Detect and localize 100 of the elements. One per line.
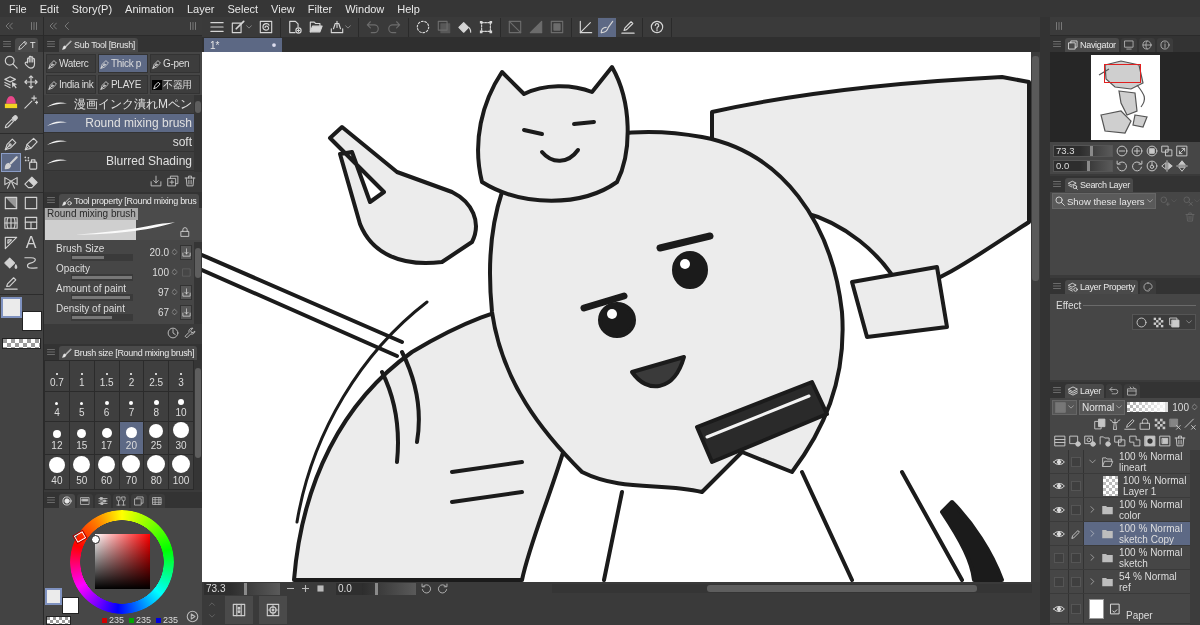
opacity-slider[interactable]: [1127, 402, 1169, 412]
menu-item[interactable]: Filter: [307, 2, 333, 15]
rotation-slider[interactable]: 0.0: [336, 582, 416, 595]
panel-tab[interactable]: Layer: [1065, 384, 1104, 398]
sub-color-swatch[interactable]: [62, 597, 79, 614]
pressure-button[interactable]: [180, 284, 192, 300]
slider-thumb[interactable]: [244, 582, 248, 595]
layer-item[interactable]: 100 % Normal sketch Copy: [1084, 522, 1190, 545]
brush-item[interactable]: 漫画インク潰れMペン: [44, 95, 194, 114]
menu-item[interactable]: File: [9, 2, 27, 15]
tool-button[interactable]: [21, 72, 41, 92]
panel-tab[interactable]: [1120, 38, 1137, 52]
sub-color-swatch[interactable]: [22, 311, 42, 331]
slider-thumb[interactable]: [1165, 402, 1169, 412]
pressure-button[interactable]: [180, 304, 192, 320]
main-color-swatch[interactable]: [1, 297, 22, 318]
snap-button[interactable]: [259, 596, 287, 624]
sub-tool-group-button[interactable]: India ink: [46, 75, 96, 94]
layer-item[interactable]: 54 % Normal ref: [1084, 570, 1190, 593]
sub-tool-group-button[interactable]: PLAYE: [98, 75, 148, 94]
property-value[interactable]: 100: [152, 266, 169, 278]
panel-tab[interactable]: Navigator: [1065, 38, 1119, 52]
sub-tool-group-button[interactable]: G-pen: [150, 54, 200, 73]
transparent-color-swatch[interactable]: [2, 338, 41, 349]
scrollbar[interactable]: [194, 95, 202, 172]
color-picker-marker-icon[interactable]: [91, 535, 100, 544]
panel-tab[interactable]: [95, 494, 111, 508]
slider-thumb[interactable]: [1089, 145, 1093, 156]
panel-tab[interactable]: [1139, 280, 1156, 294]
brush-size-option[interactable]: 12: [45, 422, 69, 454]
scrollbar-thumb[interactable]: [195, 101, 201, 113]
sidebar-toggle-button[interactable]: [225, 596, 253, 624]
sub-tool-group-button[interactable]: Thick p: [98, 54, 148, 73]
menu-item[interactable]: Select: [227, 2, 259, 15]
brush-size-option[interactable]: 1: [69, 361, 94, 391]
property-value[interactable]: 97: [157, 286, 169, 298]
scrollbar[interactable]: [194, 360, 202, 490]
property-value[interactable]: 67: [157, 306, 169, 318]
panel-tab[interactable]: [131, 494, 147, 508]
brush-size-option[interactable]: 1.5: [94, 361, 119, 391]
brush-size-option[interactable]: 2.5: [144, 361, 169, 391]
brush-size-option[interactable]: 100: [169, 455, 193, 489]
brush-size-option[interactable]: 4: [45, 391, 69, 421]
menu-item[interactable]: Help: [397, 2, 420, 15]
menu-item[interactable]: Layer: [186, 2, 215, 15]
brush-size-option[interactable]: 20: [119, 422, 144, 454]
menu-item[interactable]: Window: [345, 2, 385, 15]
brush-size-option[interactable]: 5: [69, 391, 94, 421]
layer-item[interactable]: 100 % Normal Layer 1: [1084, 474, 1190, 497]
saturation-value-square[interactable]: [95, 534, 150, 589]
panel-tab[interactable]: [1106, 384, 1122, 398]
slider-track[interactable]: [71, 314, 133, 321]
zoom-slider[interactable]: 73.3: [204, 582, 280, 595]
brush-size-option[interactable]: 60: [94, 455, 119, 489]
tool-button[interactable]: [1, 153, 21, 172]
scrollbar[interactable]: [552, 584, 1032, 593]
panel-tab[interactable]: Brush size [Round mixing brush]: [59, 346, 198, 360]
rotation-slider[interactable]: 0.0: [1053, 159, 1113, 172]
brush-size-option[interactable]: 50: [69, 455, 94, 489]
panel-tab[interactable]: [59, 494, 75, 508]
viewport-frame[interactable]: [1103, 63, 1141, 83]
panel-tab[interactable]: [1156, 38, 1173, 52]
layer-item[interactable]: 100 % Normal sketch: [1084, 546, 1190, 569]
brush-size-option[interactable]: 80: [144, 455, 169, 489]
fit-button[interactable]: [315, 583, 325, 594]
panel-tab[interactable]: T: [15, 38, 39, 52]
layer-color-dropdown[interactable]: [1052, 399, 1077, 415]
panel-tab[interactable]: [1124, 384, 1140, 398]
zoom-in-button[interactable]: [300, 583, 310, 594]
pressure-button[interactable]: [180, 244, 192, 260]
panel-tab[interactable]: [149, 494, 165, 508]
brush-item[interactable]: soft: [44, 133, 194, 152]
slider-thumb[interactable]: [1087, 160, 1091, 171]
brush-size-option[interactable]: 17: [94, 422, 119, 454]
brush-item[interactable]: Blurred Shading: [44, 152, 194, 171]
main-color-swatch[interactable]: [45, 588, 62, 605]
layer-item[interactable]: 100 % Normal color: [1084, 498, 1190, 521]
panel-tab[interactable]: Tool property [Round mixing brus: [59, 194, 200, 208]
menu-item[interactable]: View: [271, 2, 295, 15]
layer-item[interactable]: Paper: [1084, 594, 1190, 623]
slider-track[interactable]: [71, 254, 133, 261]
canvas-thumbnail[interactable]: [1090, 54, 1160, 140]
panel-tab[interactable]: Search Layer: [1065, 178, 1133, 192]
scrollbar[interactable]: [1190, 450, 1200, 625]
brush-size-option[interactable]: 7: [119, 391, 144, 421]
panel-tab[interactable]: [113, 494, 129, 508]
menu-item[interactable]: Animation: [125, 2, 174, 15]
transparent-color-swatch[interactable]: [46, 616, 71, 625]
property-value[interactable]: 20.0: [149, 246, 169, 258]
brush-size-option[interactable]: 15: [69, 422, 94, 454]
tool-button[interactable]: A: [21, 233, 41, 253]
brush-size-option[interactable]: 3: [169, 361, 193, 391]
scrollbar[interactable]: [194, 242, 202, 324]
brush-size-option[interactable]: 40: [45, 455, 69, 489]
brush-size-option[interactable]: 30: [169, 422, 193, 454]
brush-size-option[interactable]: 70: [119, 455, 144, 489]
tool-button[interactable]: [21, 92, 41, 112]
line-art-drawing[interactable]: [202, 52, 1031, 582]
panel-tab[interactable]: Layer Property: [1065, 280, 1138, 294]
panel-tab[interactable]: [77, 494, 93, 508]
